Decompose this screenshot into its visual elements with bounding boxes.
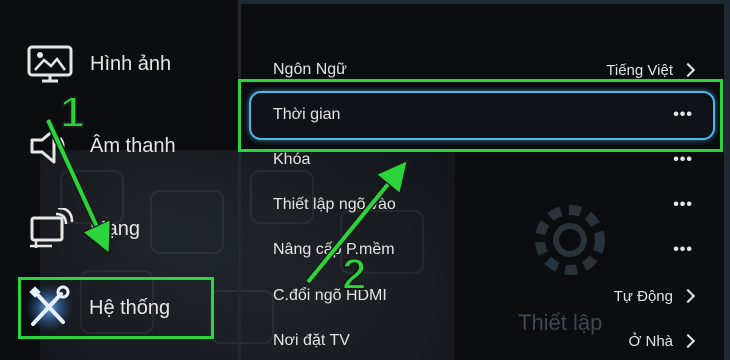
row-label: Ngôn Ngữ — [273, 61, 347, 78]
row-label: Nâng cấp P.mềm — [273, 241, 395, 258]
row-label: Nơi đặt TV — [273, 332, 350, 349]
tv-settings-screen: Hình ảnh Âm thanh Mạng Hệ thống Thiết lậ… — [0, 0, 730, 360]
row-value: Tiếng Việt — [606, 62, 696, 79]
row-value: Tự Động — [614, 288, 696, 305]
step-number-1: 1 — [59, 87, 86, 138]
settings-list: Ngôn Ngữ Tiếng Việt Thời gian ••• Khóa •… — [241, 0, 730, 360]
settings-row-input-setup[interactable]: Thiết lập ngõ vào ••• — [273, 186, 693, 224]
picture-icon — [22, 42, 78, 86]
panel-right-border — [724, 0, 730, 360]
row-label: C.đổi ngõ HDMI — [273, 287, 387, 304]
row-value: Ở Nhà — [628, 333, 696, 350]
row-label: Thời gian — [273, 106, 341, 123]
chevron-right-icon — [680, 288, 696, 304]
sidebar-item-label: Mạng — [90, 217, 141, 240]
settings-sidebar: Hình ảnh Âm thanh Mạng Hệ thống — [0, 0, 238, 360]
sidebar-item-network[interactable]: Mạng — [22, 203, 212, 255]
more-icon: ••• — [673, 106, 693, 123]
sidebar-item-picture[interactable]: Hình ảnh — [22, 38, 212, 90]
tools-icon — [21, 284, 77, 332]
settings-row-tv-location[interactable]: Nơi đặt TV Ở Nhà — [273, 322, 696, 360]
chevron-right-icon — [680, 62, 696, 78]
row-label: Thiết lập ngõ vào — [273, 196, 396, 213]
network-icon — [22, 207, 78, 251]
more-icon: ••• — [673, 151, 693, 168]
sidebar-item-system[interactable]: Hệ thống — [18, 277, 214, 339]
sidebar-item-label: Hình ảnh — [90, 52, 172, 75]
settings-row-hdmi-switch[interactable]: C.đổi ngõ HDMI Tự Động — [273, 277, 696, 315]
chevron-right-icon — [680, 333, 696, 349]
row-label: Khóa — [273, 151, 311, 168]
sidebar-item-label: Âm thanh — [90, 134, 176, 157]
sidebar-item-label: Hệ thống — [89, 296, 171, 319]
step-number-2: 2 — [341, 249, 368, 300]
more-icon: ••• — [673, 196, 693, 213]
settings-row-time[interactable]: Thời gian ••• — [273, 96, 693, 134]
settings-row-language[interactable]: Ngôn Ngữ Tiếng Việt — [273, 51, 696, 89]
more-icon: ••• — [673, 241, 693, 258]
settings-row-lock[interactable]: Khóa ••• — [273, 141, 693, 179]
sidebar-item-sound[interactable]: Âm thanh — [22, 120, 212, 172]
settings-row-software-update[interactable]: Nâng cấp P.mềm ••• — [273, 231, 693, 269]
